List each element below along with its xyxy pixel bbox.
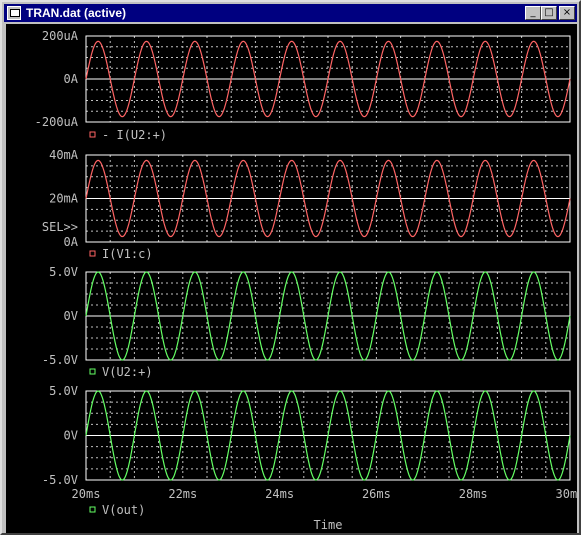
- legend-label: V(U2:+): [102, 365, 153, 379]
- waveform-plots[interactable]: 200uA0A-200uA- I(U2:+)40mA20mA0ASEL>>I(V…: [6, 24, 577, 533]
- window-controls: _ □ ×: [525, 6, 575, 20]
- y-tick-label: 20mA: [49, 192, 79, 206]
- x-tick-label: 26ms: [362, 487, 391, 501]
- close-button[interactable]: ×: [559, 6, 575, 20]
- y-tick-label: 5.0V: [49, 384, 78, 398]
- legend-label: V(out): [102, 503, 145, 517]
- y-tick-label: 40mA: [49, 148, 79, 162]
- y-tick-label: -200uA: [35, 115, 79, 129]
- title-bar[interactable]: TRAN.dat (active) _ □ ×: [4, 4, 577, 22]
- probe-window: TRAN.dat (active) _ □ × 200uA 0A -200uA - I…: [0, 0, 581, 535]
- y-tick-label: 0V: [64, 429, 78, 443]
- y-tick-label: 0A: [64, 235, 79, 249]
- y-tick-label: 0V: [64, 309, 78, 323]
- y-tick-label: 200uA: [42, 29, 79, 43]
- x-tick-label: 30ms: [556, 487, 577, 501]
- legend-marker: [89, 368, 96, 375]
- x-tick-label: 20ms: [72, 487, 101, 501]
- waveform-app-icon[interactable]: [7, 6, 21, 20]
- legend-marker: [89, 506, 96, 513]
- x-tick-label: 24ms: [265, 487, 294, 501]
- legend-label: - I(U2:+): [102, 128, 167, 142]
- trace-v-u2-: [85, 271, 571, 361]
- y-tick-label: -5.0V: [42, 473, 78, 487]
- y-tick-label: -5.0V: [42, 353, 78, 367]
- legend-label: I(V1:c): [102, 247, 153, 261]
- x-axis-label: Time: [314, 518, 343, 532]
- y-tick-label: 5.0V: [49, 265, 78, 279]
- plot-area[interactable]: 200uA 0A -200uA - I(U2:+) 40mA 20mA 0A SEL>> I(V…: [6, 24, 577, 533]
- x-tick-label: 22ms: [168, 487, 197, 501]
- legend-marker: [89, 250, 96, 257]
- minimize-button[interactable]: _: [525, 6, 541, 20]
- y-tick-label: 0A: [64, 72, 79, 86]
- x-tick-label: 28ms: [459, 487, 488, 501]
- selector-marker: SEL>>: [42, 220, 78, 234]
- legend-marker: [89, 131, 96, 138]
- window-title: TRAN.dat (active): [26, 6, 127, 20]
- maximize-button[interactable]: □: [541, 6, 557, 20]
